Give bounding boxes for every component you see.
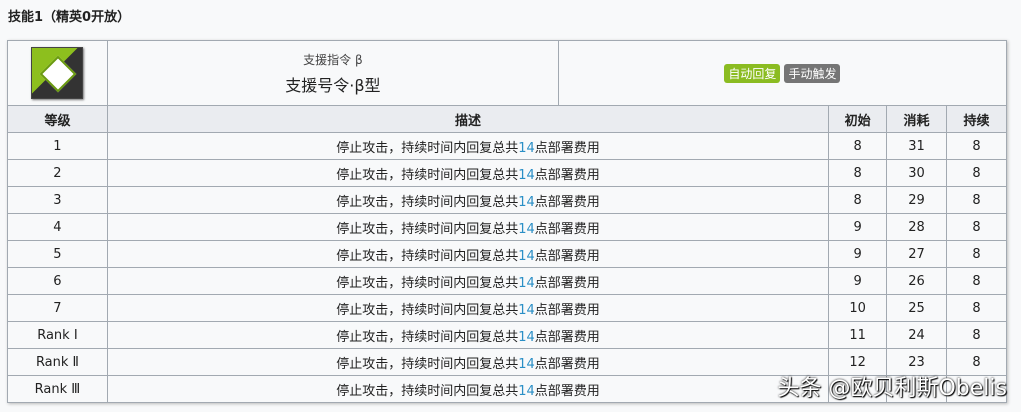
description-post: 点部署费用 [534,167,600,183]
skill-name: 支援号令·β型 [285,75,381,95]
skill-tags: 自动回复 手动触发 [559,41,1006,105]
level-cell: Rank Ⅱ [7,348,108,376]
description-post: 点部署费用 [534,275,600,291]
description-post: 点部署费用 [534,248,600,264]
section-title: 技能1（精英0开放） [8,10,131,25]
level-cell: 5 [7,240,108,268]
description-num: 14 [518,194,535,210]
description-cell: 停止攻击，持续时间内回复总共14点部署费用 [106,213,830,241]
duration-cell: 8 [946,213,1007,241]
initial-cell: 8 [828,132,888,160]
description-num: 14 [518,140,535,156]
description-cell: 停止攻击，持续时间内回复总共14点部署费用 [106,321,830,349]
description-pre: 停止攻击，持续时间内回复总共 [336,221,519,237]
table-row: 2 停止攻击，持续时间内回复总共14点部署费用 8 30 8 [7,159,1007,187]
cost-cell: 27 [886,240,948,268]
description-cell: 停止攻击，持续时间内回复总共14点部署费用 [106,267,830,295]
table-row: 1 停止攻击，持续时间内回复总共14点部署费用 8 31 8 [7,132,1007,160]
description-num: 14 [518,302,535,318]
level-cell: 7 [7,294,108,322]
duration-cell: 8 [946,267,1007,295]
description-cell: 停止攻击，持续时间内回复总共14点部署费用 [106,294,830,322]
header-level: 等级 [7,105,108,133]
skill-header-wrap: 支援指令 β 支援号令·β型 自动回复 手动触发 [106,40,1008,106]
table-row: 7 停止攻击，持续时间内回复总共14点部署费用 10 25 8 [7,294,1007,322]
description-num: 14 [518,167,535,183]
duration-cell: 8 [946,186,1007,214]
description-pre: 停止攻击，持续时间内回复总共 [336,140,519,156]
initial-cell: 11 [828,321,888,349]
duration-cell: 8 [946,159,1007,187]
description-pre: 停止攻击，持续时间内回复总共 [336,167,519,183]
level-cell: 6 [7,267,108,295]
initial-cell: 8 [828,159,888,187]
level-cell: 3 [7,186,108,214]
description-num: 14 [518,248,535,264]
initial-cell: 9 [828,240,888,268]
description-num: 14 [518,329,535,345]
initial-cell: 9 [828,213,888,241]
skill-tag: 自动回复 [724,63,781,83]
description-cell: 停止攻击，持续时间内回复总共14点部署费用 [106,159,830,187]
duration-cell: 8 [946,240,1007,268]
level-cell: Rank Ⅰ [7,321,108,349]
description-pre: 停止攻击，持续时间内回复总共 [336,356,519,372]
duration-cell: 8 [946,132,1007,160]
table-row: 4 停止攻击，持续时间内回复总共14点部署费用 9 28 8 [7,213,1007,241]
initial-cell: 10 [828,294,888,322]
level-cell: 2 [7,159,108,187]
description-num: 14 [518,356,535,372]
table-row: 5 停止攻击，持续时间内回复总共14点部署费用 9 27 8 [7,240,1007,268]
skill-name-box: 支援指令 β 支援号令·β型 [108,41,559,105]
description-cell: 停止攻击，持续时间内回复总共14点部署费用 [106,186,830,214]
header-cost: 消耗 [886,105,948,133]
level-cell: Rank Ⅲ [7,375,108,403]
description-post: 点部署费用 [534,356,600,372]
description-cell: 停止攻击，持续时间内回复总共14点部署费用 [106,375,830,403]
skill-subtitle: 支援指令 β [303,52,363,67]
skill-table: 支援指令 β 支援号令·β型 自动回复 手动触发 等级 描述 初始 消耗 持续 1 停止攻击… [7,40,1008,403]
skill-tag: 手动触发 [784,63,841,83]
initial-cell: 8 [828,186,888,214]
description-pre: 停止攻击，持续时间内回复总共 [336,329,519,345]
description-cell: 停止攻击，持续时间内回复总共14点部署费用 [106,348,830,376]
duration-cell: 8 [946,321,1007,349]
table-row: 6 停止攻击，持续时间内回复总共14点部署费用 9 26 8 [7,267,1007,295]
cost-cell: 26 [886,267,948,295]
description-num: 14 [518,275,535,291]
description-num: 14 [518,383,535,399]
description-pre: 停止攻击，持续时间内回复总共 [336,383,519,399]
skill-icon-cell [7,40,108,106]
level-cell: 4 [7,213,108,241]
watermark: 头条 @欧贝利斯Obelis [777,376,1008,401]
cost-cell: 25 [886,294,948,322]
description-pre: 停止攻击，持续时间内回复总共 [336,275,519,291]
duration-cell: 8 [946,294,1007,322]
cost-cell: 28 [886,213,948,241]
header-duration: 持续 [946,105,1007,133]
description-pre: 停止攻击，持续时间内回复总共 [336,194,519,210]
cost-cell: 29 [886,186,948,214]
cost-cell: 31 [886,132,948,160]
description-pre: 停止攻击，持续时间内回复总共 [336,302,519,318]
description-post: 点部署费用 [534,329,600,345]
description-post: 点部署费用 [534,194,600,210]
table-row: Rank Ⅰ 停止攻击，持续时间内回复总共14点部署费用 11 24 8 [7,321,1007,349]
cost-cell: 30 [886,159,948,187]
header-description: 描述 [106,105,830,133]
skill-c-plus-icon [31,47,84,99]
table-row: 3 停止攻击，持续时间内回复总共14点部署费用 8 29 8 [7,186,1007,214]
cost-cell: 24 [886,321,948,349]
header-initial: 初始 [828,105,888,133]
description-post: 点部署费用 [534,383,600,399]
level-cell: 1 [7,132,108,160]
description-post: 点部署费用 [534,302,600,318]
description-post: 点部署费用 [534,140,600,156]
description-pre: 停止攻击，持续时间内回复总共 [336,248,519,264]
description-cell: 停止攻击，持续时间内回复总共14点部署费用 [106,132,830,160]
description-num: 14 [518,221,535,237]
description-cell: 停止攻击，持续时间内回复总共14点部署费用 [106,240,830,268]
initial-cell: 9 [828,267,888,295]
description-post: 点部署费用 [534,221,600,237]
